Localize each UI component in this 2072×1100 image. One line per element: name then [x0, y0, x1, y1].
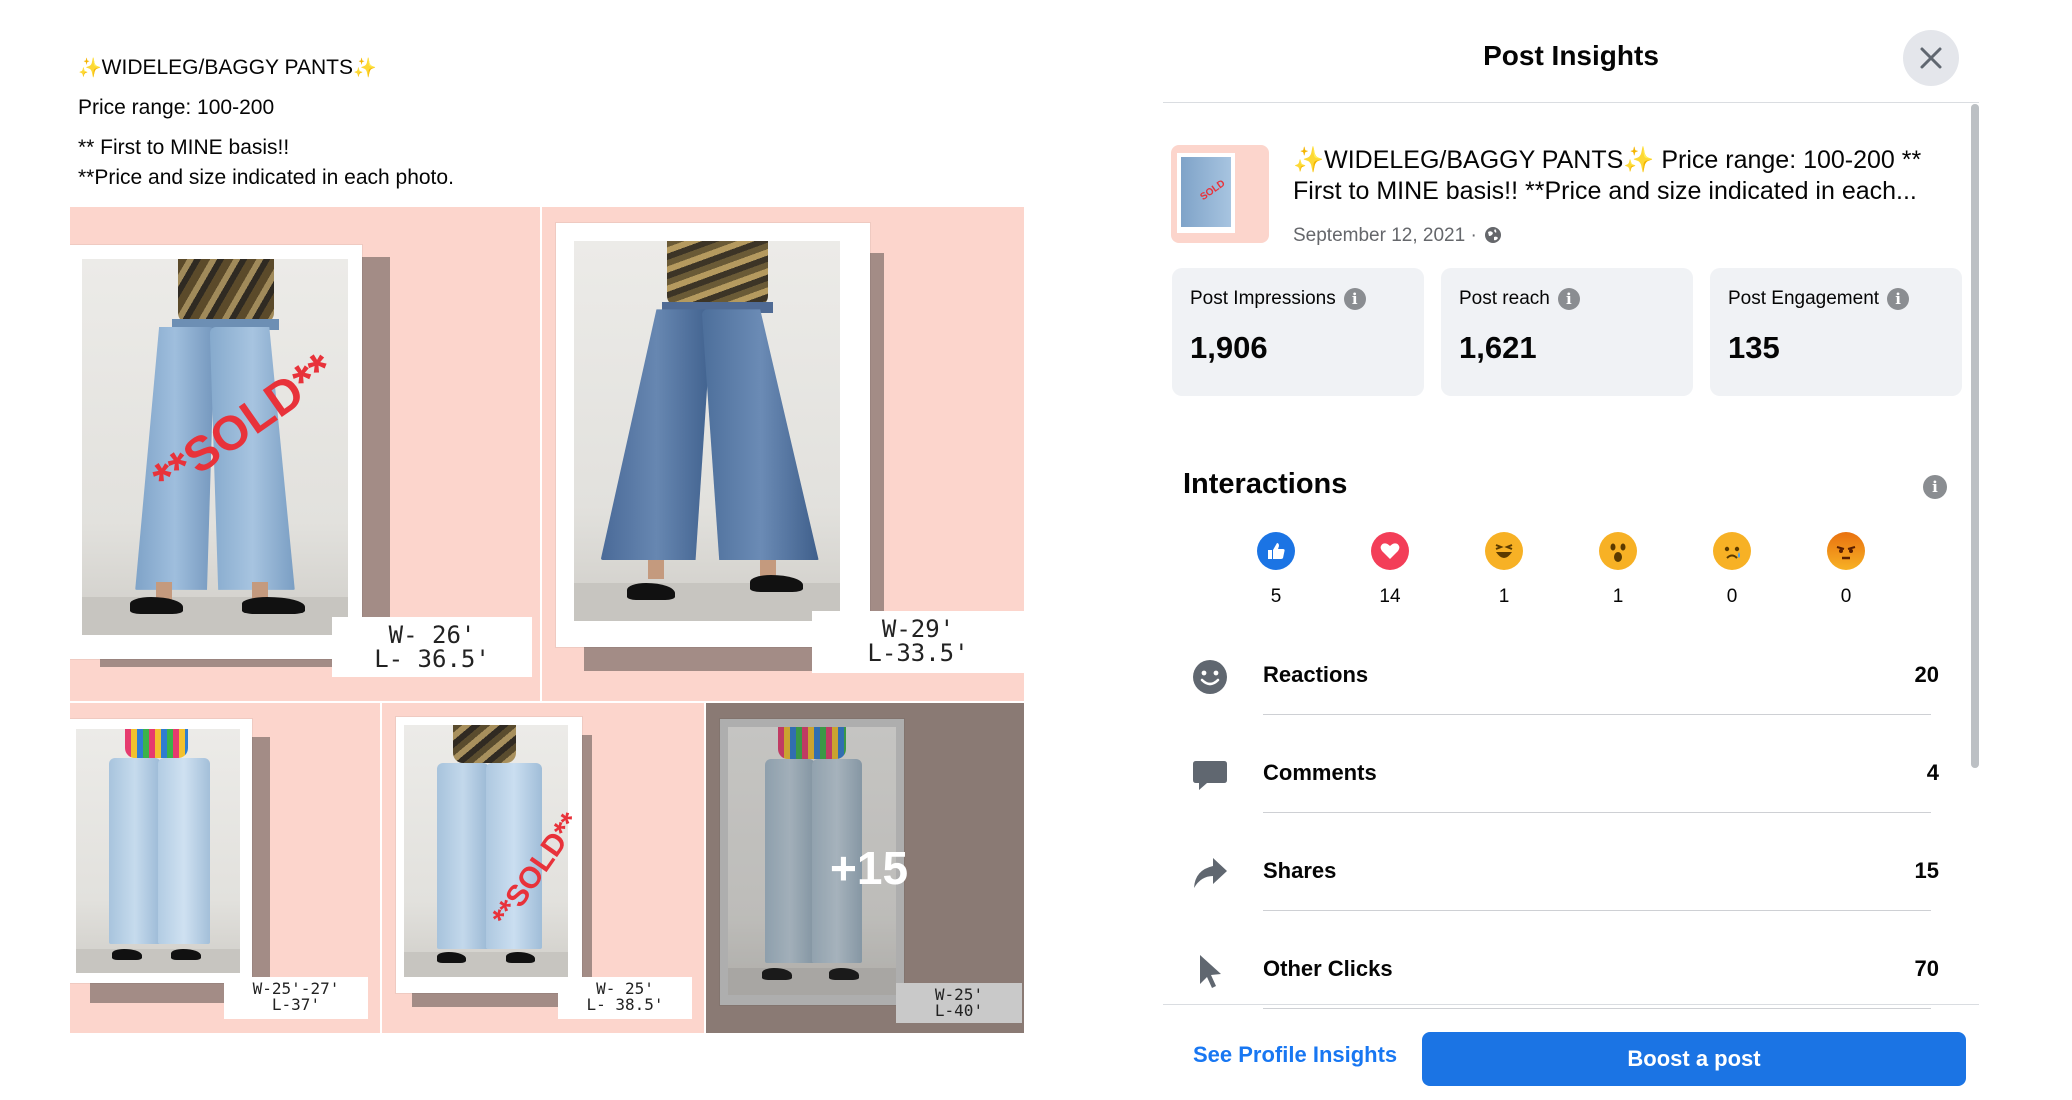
- close-icon: [1920, 47, 1942, 69]
- interactions-title: Interactions: [1183, 468, 1348, 500]
- post-preview[interactable]: SOLD ✨WIDELEG/BAGGY PANTS✨ Price range: …: [1171, 145, 1951, 250]
- reaction-wow: 1: [1588, 532, 1648, 608]
- like-icon: [1257, 532, 1295, 570]
- photo-grid: **SOLD** W- 26' L- 36.5' W-29' L-33.5' W…: [70, 207, 1024, 1033]
- reaction-love: 14: [1360, 532, 1420, 608]
- more-photos-count: +15: [830, 842, 909, 894]
- sad-icon: [1713, 532, 1751, 570]
- photo-image: [574, 241, 840, 621]
- footer-divider: [1163, 1004, 1979, 1005]
- sparkle-icon: ✨: [352, 58, 377, 79]
- info-icon[interactable]: i: [1923, 475, 1947, 499]
- divider: [1263, 1008, 1931, 1009]
- post-preview-text: ✨WIDELEG/BAGGY PANTS✨ Price range: 100-2…: [1293, 146, 1922, 205]
- stat-label: Post reach: [1459, 288, 1550, 310]
- stat-label: Post Engagement: [1728, 288, 1880, 310]
- comment-icon: [1193, 761, 1227, 790]
- post-thumbnail: SOLD: [1171, 145, 1269, 243]
- post-content: ✨WIDELEG/BAGGY PANTS✨ Price range: 100-2…: [0, 0, 1090, 1100]
- metric-value: 70: [1914, 956, 1939, 981]
- boost-post-button[interactable]: Boost a post: [1422, 1032, 1966, 1086]
- wow-icon: [1599, 532, 1637, 570]
- stat-card-engagement: Post Engagement i 135: [1710, 268, 1962, 396]
- reaction-like: 5: [1246, 532, 1306, 608]
- divider: [1263, 812, 1931, 813]
- metric-row-other-clicks[interactable]: Other Clicks 70: [1183, 936, 1939, 1034]
- stat-card-impressions: Post Impressions i 1,906: [1172, 268, 1424, 396]
- info-icon[interactable]: i: [1887, 288, 1910, 310]
- metric-row-comments[interactable]: Comments 4: [1183, 740, 1939, 838]
- metric-value: 15: [1914, 858, 1939, 883]
- reaction-angry: 0: [1816, 532, 1876, 608]
- info-icon[interactable]: i: [1557, 288, 1580, 310]
- divider: [1263, 910, 1931, 911]
- haha-icon: [1485, 532, 1523, 570]
- post-price-line: Price range: 100-200: [78, 96, 275, 119]
- scrollbar-thumb[interactable]: [1971, 104, 1979, 768]
- post-note-2: **Price and size indicated in each photo…: [78, 166, 454, 189]
- close-button[interactable]: [1903, 30, 1959, 86]
- size-label: W-29' L-33.5': [812, 611, 1024, 673]
- size-label: W- 25' L- 38.5': [558, 977, 692, 1019]
- smiley-icon: [1193, 660, 1227, 694]
- photo-2[interactable]: W-29' L-33.5': [542, 207, 1024, 701]
- post-date: September 12, 2021 ·: [1293, 225, 1502, 247]
- photo-3[interactable]: W-25'-27' L-37': [70, 703, 380, 1033]
- panel-title: Post Insights: [1483, 40, 1659, 71]
- info-icon[interactable]: i: [1343, 288, 1366, 310]
- post-note-1: ** First to MINE basis!!: [78, 136, 290, 159]
- love-icon: [1371, 532, 1409, 570]
- size-label: W- 26' L- 36.5': [332, 617, 532, 677]
- stat-value: 1,906: [1190, 330, 1268, 365]
- sparkle-icon: ✨: [78, 58, 102, 79]
- stat-card-reach: Post reach i 1,621: [1441, 268, 1693, 396]
- scrollbar[interactable]: [1971, 104, 1979, 768]
- photo-1[interactable]: **SOLD** W- 26' L- 36.5': [70, 207, 540, 701]
- metric-value: 4: [1926, 760, 1939, 785]
- size-label: W-25'-27' L-37': [224, 977, 368, 1019]
- metric-row-shares[interactable]: Shares 15: [1183, 838, 1939, 936]
- reaction-haha: 1: [1474, 532, 1534, 608]
- share-icon: [1194, 858, 1227, 888]
- photo-image: [76, 729, 240, 973]
- metric-value: 20: [1914, 662, 1939, 687]
- metric-label: Shares: [1263, 858, 1337, 883]
- metric-label: Other Clicks: [1263, 956, 1393, 981]
- globe-icon: [1485, 227, 1502, 243]
- cursor-icon: [1200, 955, 1221, 988]
- photo-5-more[interactable]: W-25' L-40' +15: [706, 703, 1024, 1033]
- header-divider: [1163, 102, 1979, 103]
- stat-value: 1,621: [1459, 330, 1537, 365]
- reaction-sad: 0: [1702, 532, 1762, 608]
- metric-label: Comments: [1263, 760, 1377, 785]
- post-title: ✨WIDELEG/BAGGY PANTS✨: [78, 56, 377, 79]
- stat-value: 135: [1728, 330, 1780, 365]
- see-profile-insights-link[interactable]: See Profile Insights: [1193, 1042, 1397, 1068]
- angry-icon: [1827, 532, 1865, 570]
- stat-label: Post Impressions: [1190, 288, 1336, 310]
- size-label: W-25' L-40': [896, 983, 1022, 1023]
- metric-label: Reactions: [1263, 662, 1369, 687]
- divider: [1263, 714, 1931, 715]
- metric-row-reactions[interactable]: Reactions 20: [1183, 642, 1939, 740]
- photo-4[interactable]: **SOLD** W- 25' L- 38.5': [382, 703, 704, 1033]
- post-insights-panel: Post Insights SOLD ✨WIDELEG/BAGGY PANTS✨…: [1163, 0, 1979, 1100]
